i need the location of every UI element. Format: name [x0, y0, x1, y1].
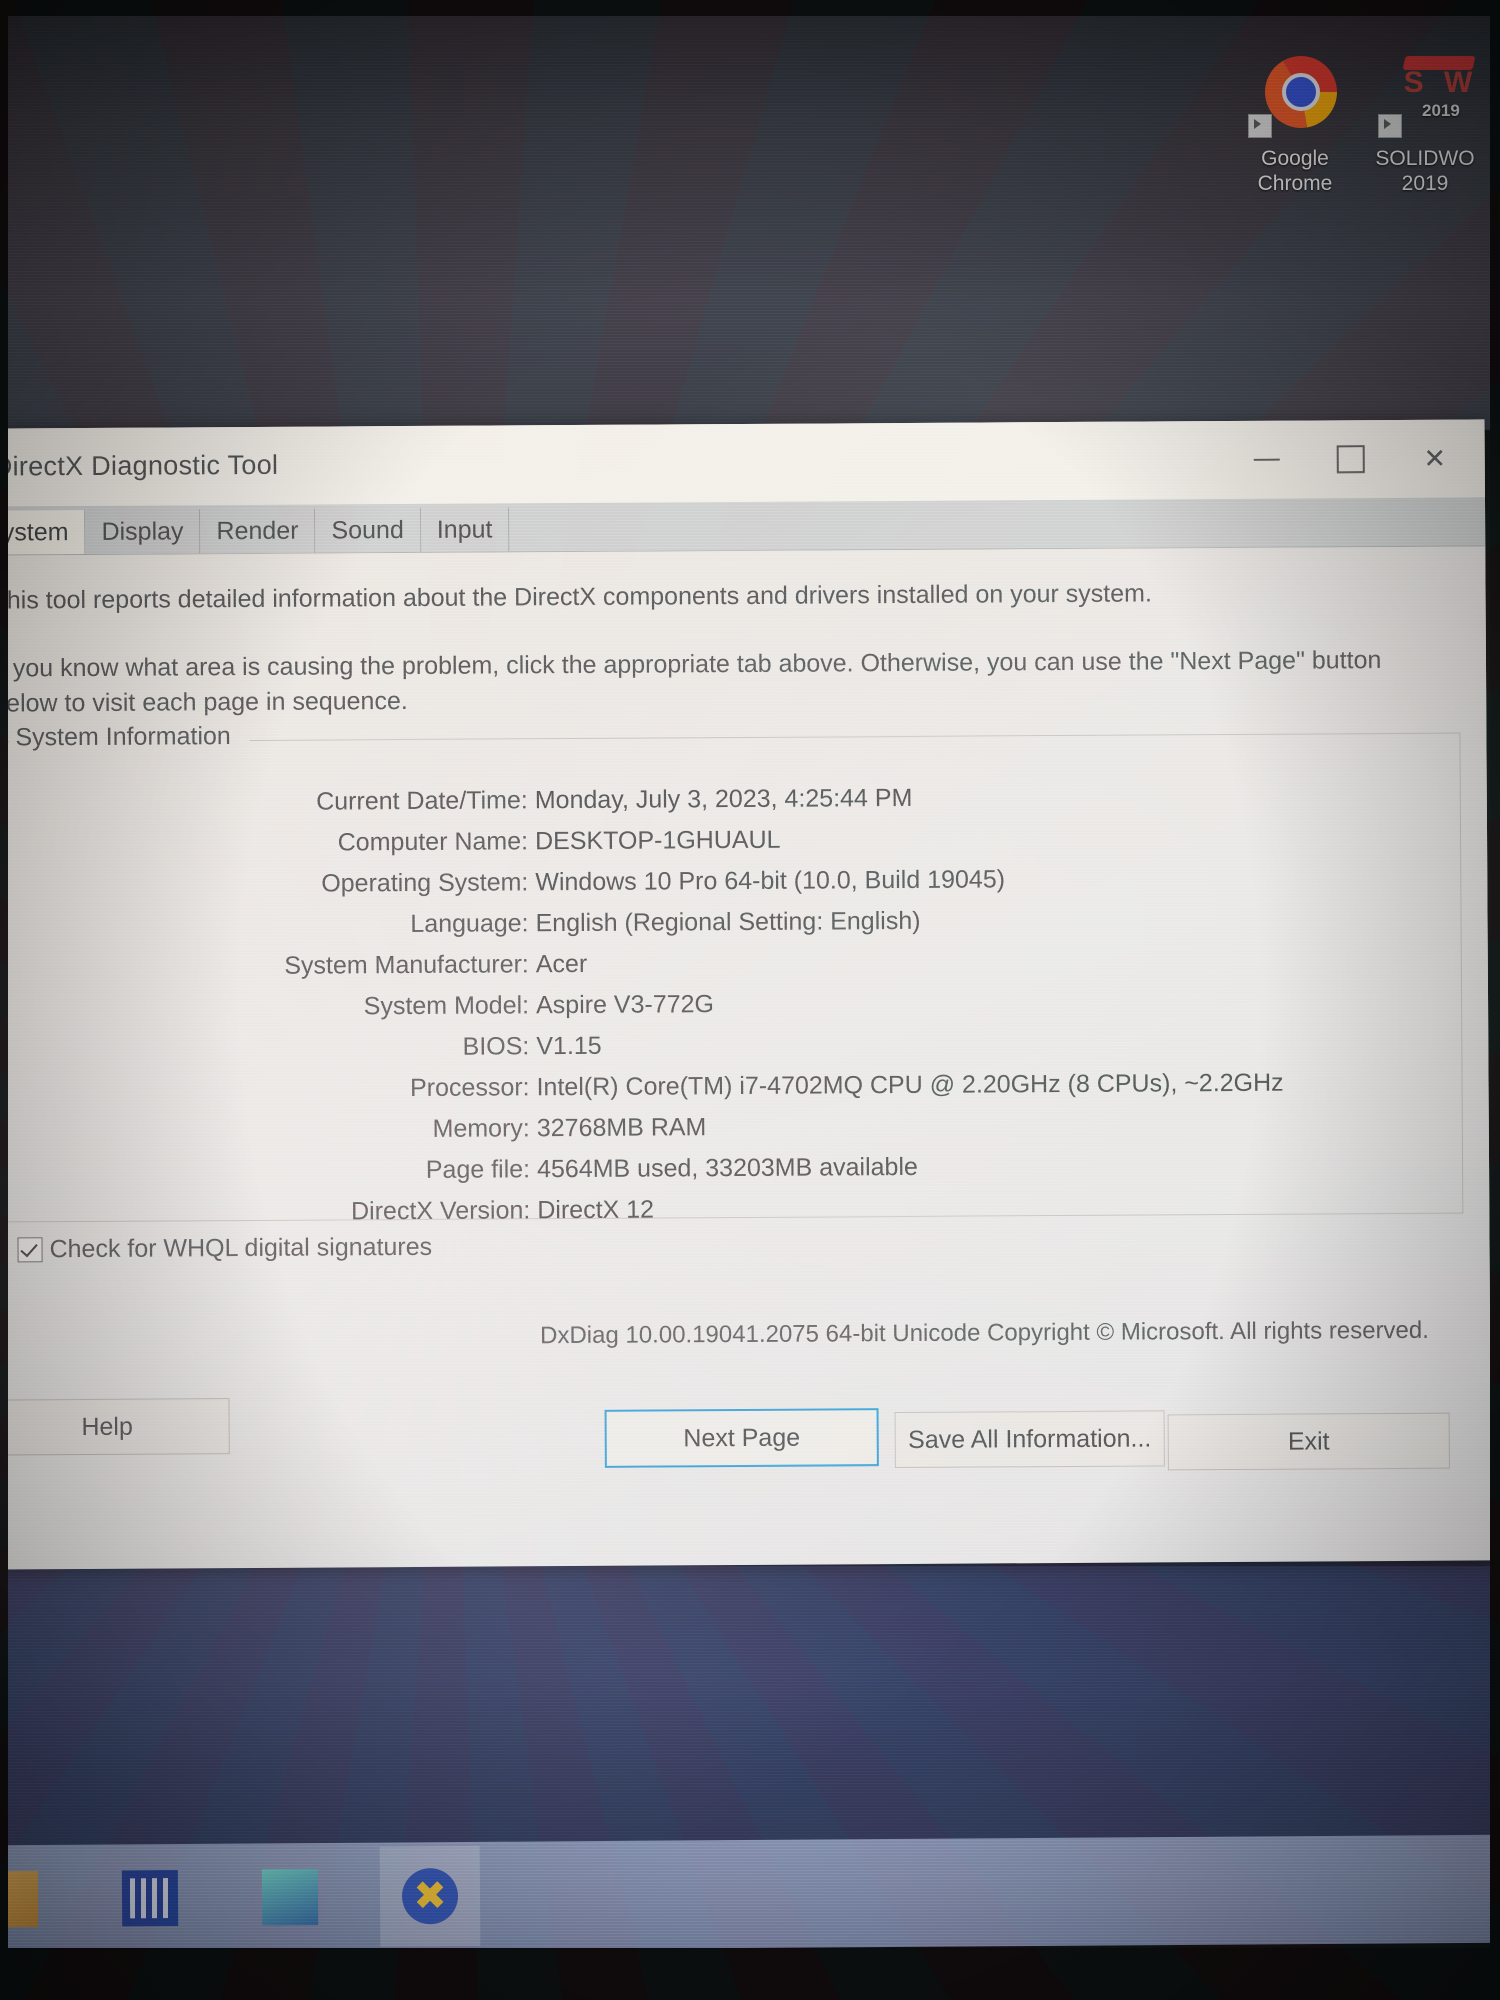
maximize-button[interactable] — [1309, 420, 1393, 499]
tab-system[interactable]: System — [0, 509, 86, 555]
system-information-rows: Current Date/Time: Monday, July 3, 2023,… — [0, 781, 1462, 1241]
row-label: BIOS: — [462, 1032, 530, 1061]
shortcut-arrow-icon — [1378, 114, 1402, 138]
system-tab-panel: This tool reports detailed information a… — [0, 546, 1492, 1570]
whql-checkbox[interactable] — [17, 1237, 43, 1263]
window-controls: ✕ — [1225, 419, 1477, 499]
row-value: 4564MB used, 33203MB available — [536, 1152, 918, 1184]
tab-sound[interactable]: Sound — [315, 507, 421, 553]
tab-render[interactable]: Render — [200, 508, 316, 554]
desktop-background-bottom — [0, 1556, 1500, 1856]
shortcut-arrow-icon — [1248, 114, 1272, 138]
button-row: Help Next Page Save All Information... E… — [0, 1386, 1491, 1471]
exit-button[interactable]: Exit — [1167, 1412, 1450, 1471]
desktop-background-top: Google Chrome S W 2019 SOLIDWO 2019 — [0, 0, 1500, 430]
row-value: Aspire V3-772G — [535, 990, 715, 1020]
desktop-icon-google-chrome[interactable]: Google Chrome — [1230, 50, 1360, 196]
system-information-legend: System Information — [15, 722, 231, 752]
row-label: Memory: — [432, 1114, 530, 1143]
screen-bezel-left — [0, 0, 8, 2000]
directx-diagnostic-tool-window: DirectX Diagnostic Tool ✕ System Display… — [0, 419, 1492, 1570]
dxdiag-icon — [401, 1868, 459, 1925]
desktop-icon-label-line1: SOLIDWO — [1375, 147, 1475, 170]
row-label: Operating System: — [321, 868, 529, 898]
close-button[interactable]: ✕ — [1393, 419, 1477, 498]
solidworks-icon: S W 2019 — [1360, 50, 1490, 142]
row-label: Computer Name: — [337, 827, 529, 857]
row-value: 32768MB RAM — [536, 1113, 707, 1143]
row-label: System Manufacturer: — [284, 950, 529, 980]
window-title: DirectX Diagnostic Tool — [0, 449, 279, 482]
tab-display[interactable]: Display — [85, 509, 201, 554]
save-all-information-button[interactable]: Save All Information... — [894, 1410, 1165, 1469]
desktop-icon-solidworks-2019[interactable]: S W 2019 SOLIDWO 2019 — [1360, 50, 1490, 196]
desktop-icon-label-line2: 2019 — [1401, 172, 1449, 195]
row-label: System Model: — [363, 991, 530, 1021]
next-page-button[interactable]: Next Page — [604, 1408, 879, 1468]
row-label: DirectX Version: — [350, 1196, 531, 1226]
whql-checkbox-row[interactable]: Check for WHQL digital signatures — [17, 1233, 432, 1265]
row-label: Language: — [410, 909, 529, 939]
intro-paragraph-2: If you know what area is causing the pro… — [0, 646, 1382, 718]
row-label: Page file: — [425, 1155, 531, 1184]
intro-paragraph-1: This tool reports detailed information a… — [0, 579, 1152, 615]
desktop-icon-group: Google Chrome S W 2019 SOLIDWO 2019 — [1230, 50, 1500, 240]
row-value: Windows 10 Pro 64-bit (10.0, Build 19045… — [535, 865, 1006, 897]
help-button[interactable]: Help — [0, 1398, 230, 1456]
solidworks-badge-year: 2019 — [1422, 101, 1460, 120]
photographed-screen: Google Chrome S W 2019 SOLIDWO 2019 Dire… — [0, 0, 1500, 2000]
row-value: V1.15 — [536, 1031, 602, 1061]
system-information-group: System Information Current Date/Time: Mo… — [0, 722, 1464, 1225]
window-title-bar[interactable]: DirectX Diagnostic Tool ✕ — [0, 419, 1485, 507]
row-value: Monday, July 3, 2023, 4:25:44 PM — [534, 783, 913, 815]
taskbar-item-calculator[interactable] — [100, 1848, 201, 1949]
screen-bezel-right — [1490, 0, 1500, 2000]
row-value: Intel(R) Core(TM) i7-4702MQ CPU @ 2.20GH… — [536, 1068, 1284, 1102]
tab-input[interactable]: Input — [420, 507, 510, 552]
photos-icon — [261, 1869, 319, 1926]
row-value: DirectX 12 — [537, 1195, 655, 1225]
chrome-icon — [1230, 50, 1360, 142]
solidworks-badge-text: S W — [1403, 66, 1479, 99]
copyright-text: DxDiag 10.00.19041.2075 64-bit Unicode C… — [540, 1316, 1429, 1350]
desktop-icon-label-line2: Chrome — [1257, 172, 1333, 195]
calculator-icon — [121, 1869, 179, 1927]
table-row: DirectX Version: DirectX 12 — [2, 1191, 1462, 1241]
row-value: English (Regional Setting: English) — [535, 906, 921, 938]
desktop-icon-label-line1: Google — [1261, 147, 1329, 170]
taskbar-item-photos[interactable] — [240, 1847, 341, 1948]
row-value: DESKTOP-1GHUAUL — [534, 825, 781, 856]
taskbar-item-folder[interactable] — [0, 1849, 60, 1950]
minimize-button[interactable] — [1225, 421, 1309, 500]
taskbar-item-dxdiag[interactable] — [379, 1845, 481, 1947]
row-label: Current Date/Time: — [316, 786, 528, 816]
row-value: Acer — [535, 949, 588, 979]
row-label: Processor: — [409, 1073, 530, 1103]
screen-bezel-bottom — [0, 1948, 1500, 2000]
whql-checkbox-label: Check for WHQL digital signatures — [49, 1232, 433, 1264]
taskbar — [0, 1834, 1500, 1954]
